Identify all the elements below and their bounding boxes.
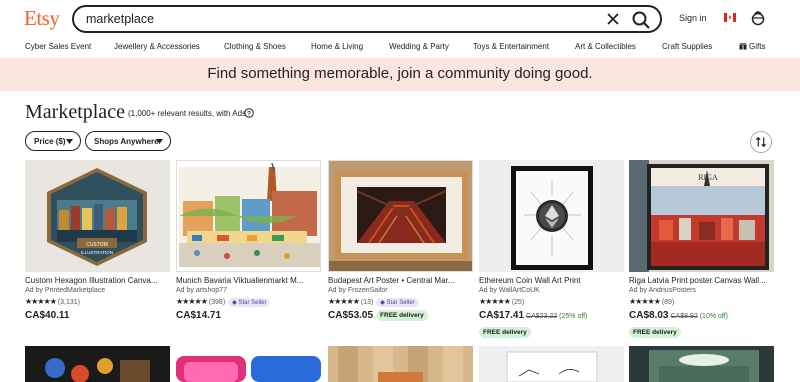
nav-art[interactable]: Art & Collectibles: [575, 42, 636, 51]
star-rating-icon: ★★★★★: [479, 297, 511, 306]
chevron-down-icon: [156, 139, 163, 144]
chevron-down-icon: [66, 139, 73, 144]
listing-seller: Ad by FrozenSailor: [328, 287, 388, 294]
star-rating-icon: ★★★★★: [629, 297, 661, 306]
listing-seller: Ad by WallArtCoUK: [479, 287, 540, 294]
page-title: Marketplace: [25, 101, 125, 123]
free-delivery-badge: FREE delivery: [629, 327, 681, 338]
listing-card[interactable]: RIGA Riga Latvia Print poster Canvas Wal…: [629, 160, 774, 338]
listing-seller: Ad by AndriusPosters: [629, 287, 696, 294]
search-icon[interactable]: [630, 9, 652, 31]
nav-toys[interactable]: Toys & Entertainment: [473, 42, 549, 51]
listing-card[interactable]: Munich Bavaria Viktualienmarkt M... Ad b…: [176, 160, 321, 336]
review-count: (398): [208, 299, 226, 306]
sort-icon[interactable]: [750, 131, 772, 153]
listing-title[interactable]: Budapest Art Poster • Central Mar...: [328, 276, 473, 285]
listing-image[interactable]: [328, 160, 473, 272]
review-count: (89): [661, 299, 675, 306]
listing-price: CA$8.03 CA$8.92 (10% off): [629, 310, 728, 321]
close-icon[interactable]: [604, 10, 622, 28]
nav-home-living[interactable]: Home & Living: [311, 42, 363, 51]
listing-image[interactable]: [479, 160, 624, 272]
listing-image[interactable]: CUSTOM ILLUSTRATION: [25, 160, 170, 272]
listing-image[interactable]: [176, 160, 321, 272]
price-filter-label: Price ($): [34, 137, 66, 146]
discount-label: (25% off): [559, 313, 588, 320]
star-seller-badge: ◆ Star Seller: [228, 298, 271, 307]
listing-card[interactable]: Ethereum Coin Wall Art Print Ad by WallA…: [479, 160, 624, 338]
svg-text:ILLUSTRATION: ILLUSTRATION: [81, 250, 113, 255]
review-count: (3,131): [57, 299, 80, 306]
listing-image[interactable]: [479, 346, 624, 382]
free-delivery-badge: FREE delivery: [376, 310, 428, 321]
nav-cyber-sales[interactable]: Cyber Sales Event: [25, 42, 91, 51]
listing-title[interactable]: Ethereum Coin Wall Art Print: [479, 276, 624, 285]
listing-title[interactable]: Munich Bavaria Viktualienmarkt M...: [176, 276, 321, 285]
review-count: (13): [360, 299, 374, 306]
nav-clothing[interactable]: Clothing & Shoes: [224, 42, 286, 51]
listing-card[interactable]: Budapest Art Poster • Central Mar... Ad …: [328, 160, 473, 336]
sign-in-link[interactable]: Sign in: [679, 13, 707, 23]
listing-rating: ★★★★★ (13) ◆ Star Seller: [328, 297, 419, 307]
listing-rating: ★★★★★ (398) ◆ Star Seller: [176, 297, 271, 307]
canada-flag-icon[interactable]: [724, 13, 736, 22]
svg-text:?: ?: [247, 111, 251, 118]
search-input[interactable]: marketplace: [86, 12, 154, 26]
nav-craft[interactable]: Craft Supplies: [662, 42, 712, 51]
shops-filter-label: Shops Anywhere: [94, 137, 159, 146]
results-count: (1,000+ relevant results, with Ads: [128, 109, 247, 118]
star-rating-icon: ★★★★★: [176, 297, 208, 306]
free-delivery-row: FREE delivery: [629, 322, 681, 340]
listing-price: CA$53.05 FREE delivery: [328, 310, 428, 321]
info-icon[interactable]: ?: [244, 108, 254, 118]
header: Etsy marketplace Sign in: [0, 0, 800, 38]
price-value: CA$53.05: [328, 310, 374, 321]
star-rating-icon: ★★★★★: [25, 297, 57, 306]
etsy-logo[interactable]: Etsy: [24, 6, 60, 31]
listing-rating: ★★★★★ (3,131): [25, 297, 80, 306]
cart-icon[interactable]: [750, 10, 766, 26]
nav-gifts[interactable]: Gifts: [739, 42, 765, 51]
star-seller-badge: ◆ Star Seller: [376, 298, 419, 307]
listing-title[interactable]: Custom Hexagon Illustration Canva...: [25, 276, 170, 285]
free-delivery-badge: FREE delivery: [479, 327, 531, 338]
star-seller-label: Star Seller: [386, 300, 415, 306]
nav-gifts-label: Gifts: [749, 42, 766, 51]
banner-text: Find something memorable, join a communi…: [207, 65, 593, 82]
star-rating-icon: ★★★★★: [328, 297, 360, 306]
listing-rating: ★★★★★ (89): [629, 297, 674, 306]
svg-text:CUSTOM: CUSTOM: [86, 242, 108, 248]
original-price: CA$23.22: [526, 313, 558, 320]
review-count: (25): [511, 299, 525, 306]
listing-rating: ★★★★★ (25): [479, 297, 524, 306]
listing-price: CA$40.11: [25, 310, 70, 321]
gift-icon: [739, 42, 747, 50]
promo-banner: Find something memorable, join a communi…: [0, 58, 800, 91]
listing-image[interactable]: [25, 346, 170, 382]
shops-filter[interactable]: Shops Anywhere: [85, 131, 171, 151]
search-bar[interactable]: marketplace: [72, 5, 662, 33]
price-value: CA$8.03: [629, 310, 669, 321]
listing-seller: Ad by artshop77: [176, 287, 227, 294]
nav-wedding[interactable]: Wedding & Party: [389, 42, 449, 51]
free-delivery-row: FREE delivery: [479, 322, 531, 340]
listing-image[interactable]: [328, 346, 473, 382]
listing-image[interactable]: [176, 346, 321, 382]
price-value: CA$17.41: [479, 310, 525, 321]
listing-title[interactable]: Riga Latvia Print poster Canvas Wall...: [629, 276, 774, 285]
listing-seller: Ad by PrintedMarketplace: [25, 287, 106, 294]
category-nav: Cyber Sales Event Jewellery & Accessorie…: [0, 38, 800, 58]
discount-label: (10% off): [699, 313, 728, 320]
listing-image[interactable]: RIGA: [629, 160, 774, 272]
listing-price: CA$14.71: [176, 310, 222, 321]
price-filter[interactable]: Price ($): [25, 131, 81, 151]
nav-jewellery[interactable]: Jewellery & Accessories: [114, 42, 200, 51]
listing-price: CA$17.41 CA$23.22 (25% off): [479, 310, 587, 321]
listing-image[interactable]: [629, 346, 774, 382]
star-seller-label: Star Seller: [238, 300, 267, 306]
listing-card[interactable]: CUSTOM ILLUSTRATION Custom Hexagon Illus…: [25, 160, 170, 336]
original-price: CA$8.92: [670, 313, 698, 320]
